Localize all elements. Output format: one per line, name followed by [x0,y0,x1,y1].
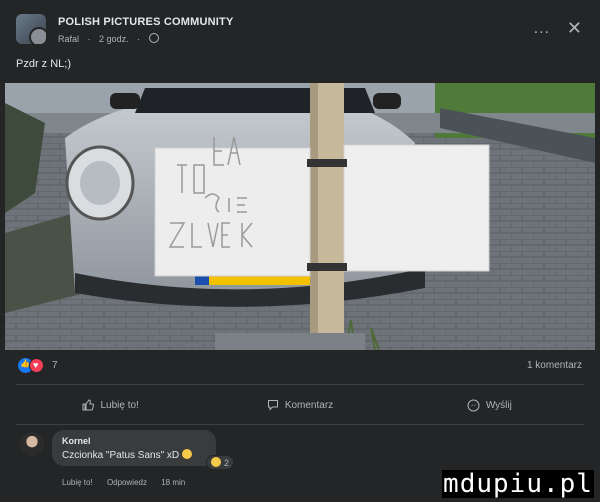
comment-reactions-badge[interactable]: 2 [206,455,235,470]
share-button-label: Wyślij [485,399,512,411]
comment-button[interactable]: Komentarz [205,392,394,418]
post-header: POLISH PICTURES COMMUNITY Rafal · 2 godz… [16,12,584,48]
post-meta: Rafal · 2 godz. · [58,33,165,44]
share-button[interactable]: Wyślij [395,392,584,418]
laughing-emoji-icon [182,449,193,459]
group-name[interactable]: POLISH PICTURES COMMUNITY [58,16,234,28]
comment-reaction-count: 2 [224,458,230,468]
reaction-count: 7 [52,360,58,371]
photo-illustration [5,83,595,350]
like-icon [82,399,95,411]
post-text: Pzdr z NL;) [16,58,72,70]
more-options-button[interactable]: ... [534,20,550,38]
comment-bubble: Kornel Czcionka "Patus Sans" xD [52,430,216,466]
messenger-icon [467,399,480,411]
comment-author[interactable]: Kornel [62,436,91,446]
comment-actions: Lubię to! Odpowiedz 18 min [62,478,197,487]
avatar[interactable] [20,432,44,456]
comment-time: 18 min [161,478,186,487]
post-photo[interactable] [5,83,595,350]
globe-icon [148,33,159,43]
comment-button-label: Komentarz [284,399,334,411]
comment-text: Czcionka "Patus Sans" xD [62,450,180,461]
like-button[interactable]: Lubię to! [16,392,205,418]
watermark: mdupiu.pl [442,469,594,499]
haha-reaction-icon [211,457,221,467]
post-time[interactable]: 2 godz. [99,34,129,44]
group-avatar[interactable] [16,14,46,44]
comment-like-link[interactable]: Lubię to! [62,478,93,487]
post-actions-bar: Lubię to! Komentarz Wyślij [16,392,584,418]
close-button[interactable]: ✕ [567,18,582,39]
divider [16,384,584,385]
comment-text-line: Czcionka "Patus Sans" xD [62,449,193,461]
comment-icon [267,400,278,411]
author-name[interactable]: Rafal [58,34,79,44]
like-button-label: Lubię to! [100,399,139,411]
love-reaction-icon [29,358,44,373]
divider [16,424,584,425]
comment-reply-link[interactable]: Odpowiedz [107,478,147,487]
comments-count-link[interactable]: 1 komentarz [527,360,582,371]
